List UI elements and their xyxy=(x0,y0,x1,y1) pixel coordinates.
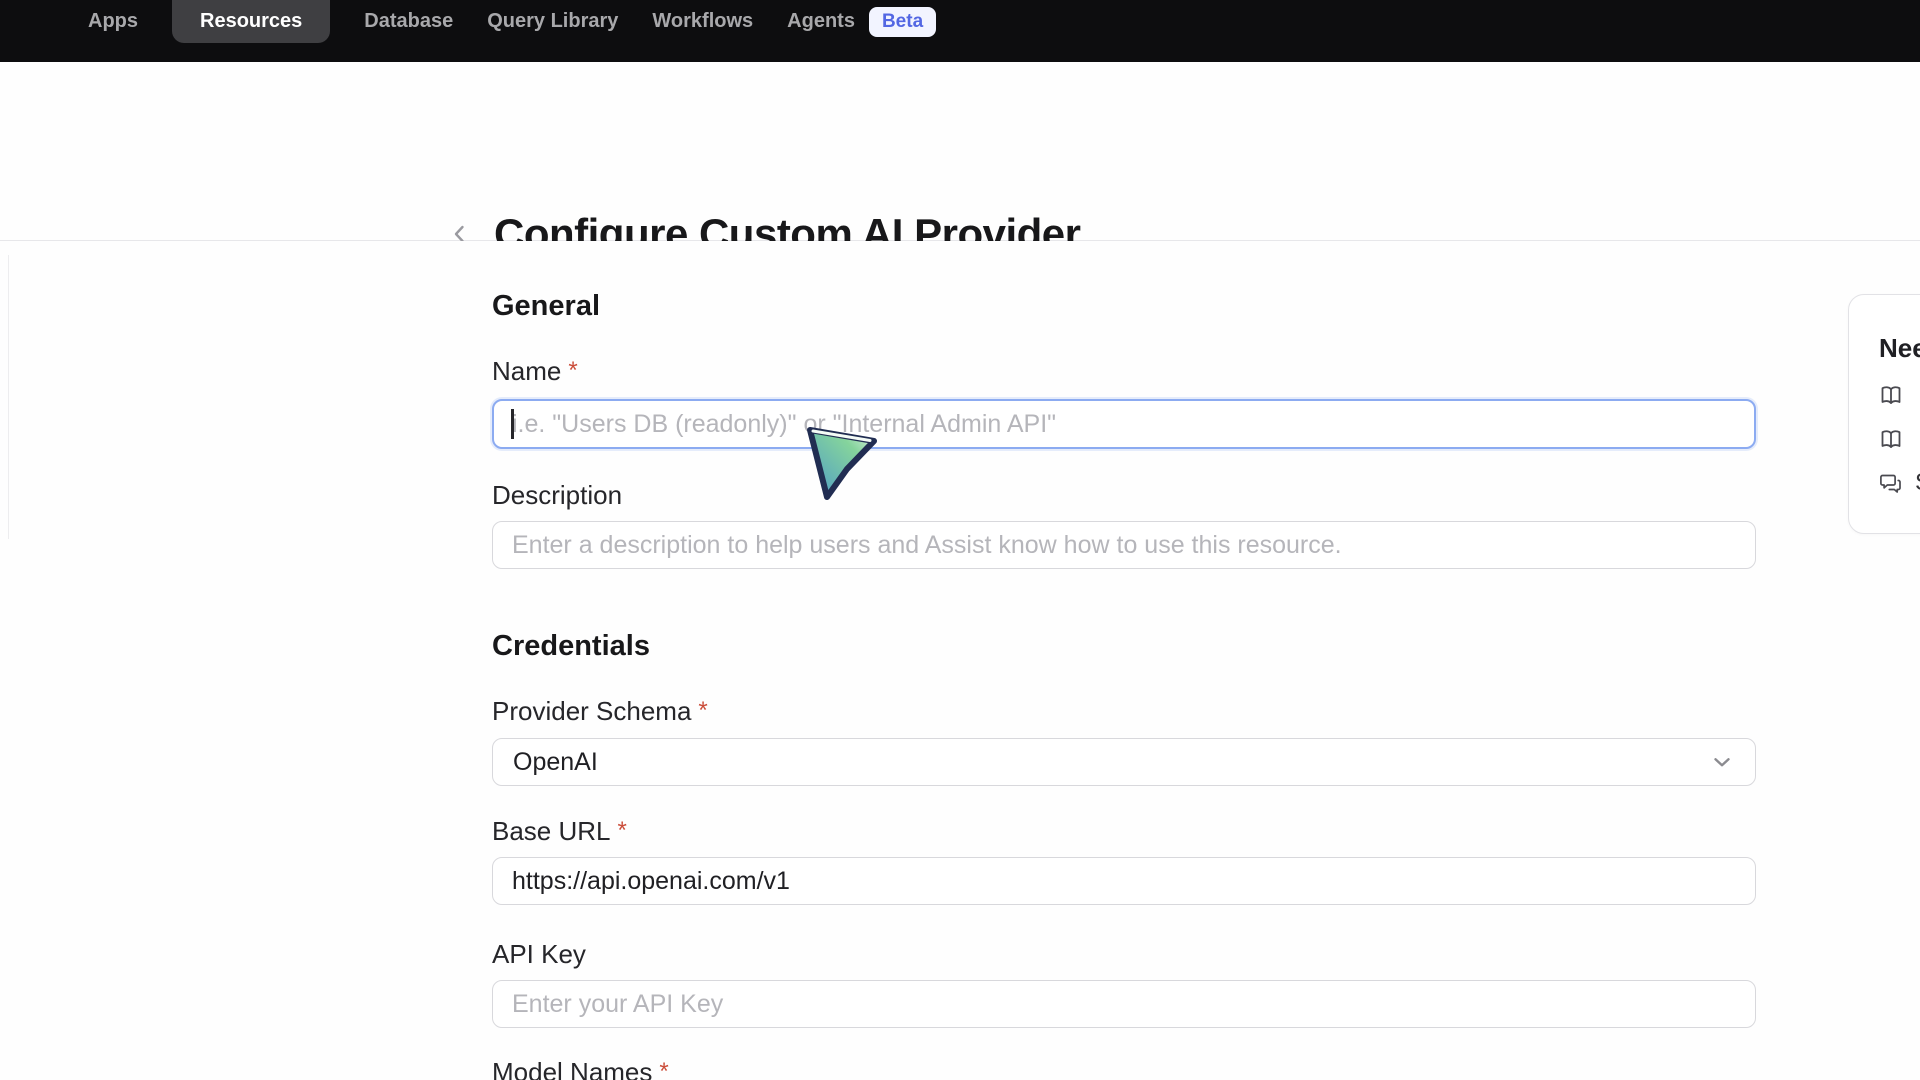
required-asterisk: * xyxy=(618,815,627,847)
description-label-text: Description xyxy=(492,479,622,511)
book-icon xyxy=(1879,383,1903,407)
description-field-group: Description xyxy=(492,479,1756,569)
description-label: Description xyxy=(492,479,1756,511)
base-url-label-text: Base URL xyxy=(492,815,611,847)
section-heading-general: General xyxy=(492,289,1756,323)
name-label-text: Name xyxy=(492,355,561,387)
model-names-field-group: Model Names * xyxy=(492,1056,1756,1080)
required-asterisk: * xyxy=(568,355,577,387)
nav-tab-agents[interactable]: Agents xyxy=(787,10,855,33)
provider-schema-label: Provider Schema * xyxy=(492,695,1756,727)
nav-tab-apps[interactable]: Apps xyxy=(88,10,138,33)
description-input[interactable] xyxy=(492,521,1756,569)
name-label: Name * xyxy=(492,355,1756,387)
text-caret xyxy=(511,409,514,439)
name-input[interactable] xyxy=(492,399,1756,449)
help-link-support[interactable]: S xyxy=(1879,470,1920,496)
api-key-label-text: API Key xyxy=(492,938,586,970)
help-link-documentation[interactable] xyxy=(1879,382,1920,408)
beta-badge: Beta xyxy=(869,7,936,37)
provider-schema-label-text: Provider Schema xyxy=(492,695,691,727)
chevron-down-icon xyxy=(1709,749,1735,775)
nav-tab-query-library[interactable]: Query Library xyxy=(487,10,618,33)
api-key-input[interactable] xyxy=(492,980,1756,1028)
nav-tab-database[interactable]: Database xyxy=(364,10,453,33)
model-names-label: Model Names * xyxy=(492,1056,1756,1080)
api-key-label: API Key xyxy=(492,938,1756,970)
help-link-guides[interactable] xyxy=(1879,426,1920,452)
main-panel: General Name * Description Credentials P… xyxy=(0,241,1920,1080)
provider-schema-select[interactable]: OpenAI xyxy=(492,738,1756,786)
help-panel-heading: Nee xyxy=(1879,333,1920,364)
base-url-input[interactable] xyxy=(492,857,1756,905)
nav-tab-resources[interactable]: Resources xyxy=(172,0,330,43)
top-nav: Apps Resources Database Query Library Wo… xyxy=(0,0,1920,62)
required-asterisk: * xyxy=(698,695,707,727)
provider-config-form: General Name * Description Credentials P… xyxy=(492,241,1756,1080)
nav-tab-workflows[interactable]: Workflows xyxy=(652,10,753,33)
base-url-field-group: Base URL * xyxy=(492,815,1756,905)
api-key-field-group: API Key xyxy=(492,938,1756,1028)
required-asterisk: * xyxy=(659,1056,668,1080)
help-link-label: S xyxy=(1915,469,1920,497)
name-field-group: Name * xyxy=(492,355,1756,449)
book-icon xyxy=(1879,427,1903,451)
provider-schema-field-group: Provider Schema * OpenAI xyxy=(492,695,1756,786)
section-heading-credentials: Credentials xyxy=(492,629,1756,663)
left-panel-edge xyxy=(8,255,9,539)
nav-tab-row: Apps Resources Database Query Library Wo… xyxy=(88,0,936,43)
model-names-label-text: Model Names xyxy=(492,1056,652,1080)
provider-schema-value: OpenAI xyxy=(513,748,598,777)
chat-bubbles-icon xyxy=(1879,471,1903,495)
base-url-label: Base URL * xyxy=(492,815,1756,847)
help-panel: Nee S xyxy=(1848,294,1920,534)
name-input-wrap xyxy=(492,399,1756,449)
page-header: Configure Custom AI Provider xyxy=(0,62,1920,240)
